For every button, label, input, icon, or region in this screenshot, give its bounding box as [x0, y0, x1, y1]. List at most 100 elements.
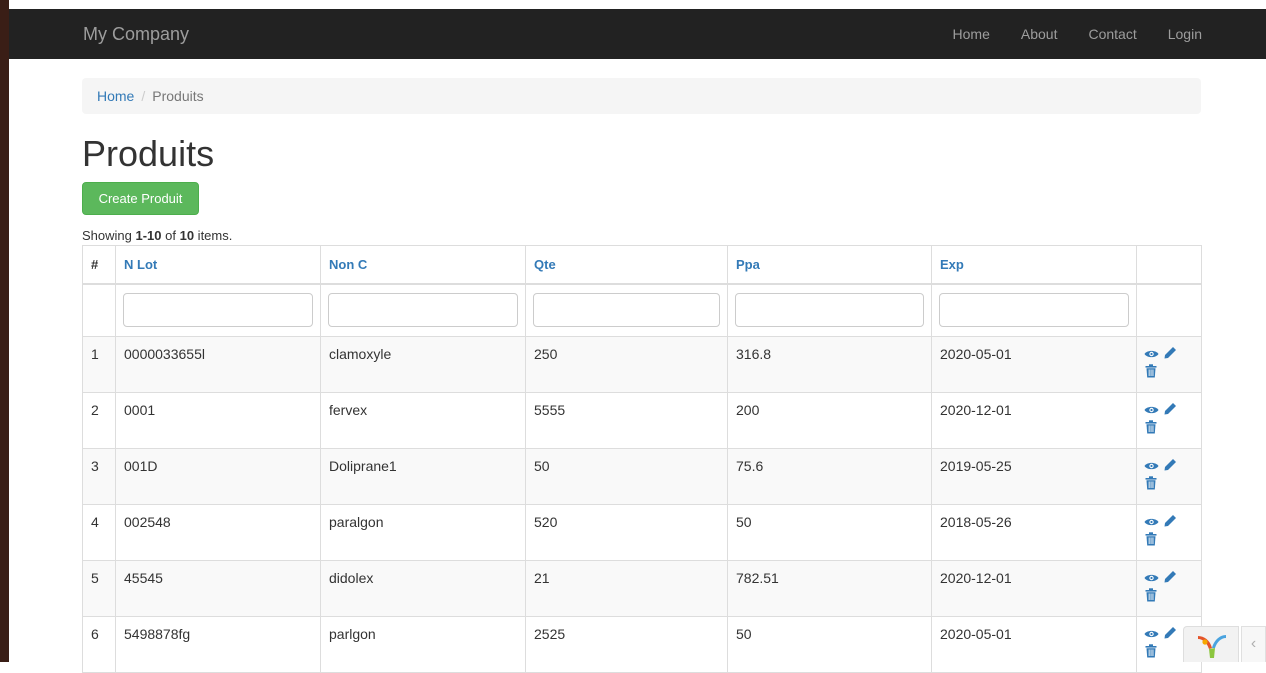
breadcrumb-home-link[interactable]: Home	[97, 88, 134, 104]
filter-cell-empty	[1136, 283, 1202, 337]
cell-exp: 2020-12-01	[931, 391, 1137, 449]
window-left-edge	[0, 0, 9, 662]
filter-qte-input[interactable]	[533, 293, 720, 327]
cell-qte: 520	[525, 503, 728, 561]
cell-qte: 50	[525, 447, 728, 505]
delete-trash-icon[interactable]	[1145, 531, 1157, 546]
table-row: 3 001D Doliprane1 50 75.6 2019-05-25	[82, 447, 1202, 505]
cell-nlot: 001D	[115, 447, 321, 505]
cell-ppa: 50	[727, 615, 932, 673]
filter-exp-input[interactable]	[939, 293, 1129, 327]
summary-prefix: Showing	[82, 228, 136, 243]
breadcrumb: Home / Produits	[82, 78, 1201, 114]
delete-trash-icon[interactable]	[1145, 363, 1157, 378]
col-header-actions	[1136, 245, 1202, 285]
col-header-exp: Exp	[931, 245, 1137, 285]
cell-ppa: 200	[727, 391, 932, 449]
sort-nlot-link[interactable]: N Lot	[124, 257, 157, 272]
delete-trash-icon[interactable]	[1145, 475, 1157, 490]
nav-contact-link[interactable]: Contact	[1057, 9, 1136, 59]
edit-pencil-icon[interactable]	[1163, 514, 1177, 528]
nav-login-link[interactable]: Login	[1137, 9, 1202, 59]
view-eye-icon[interactable]	[1144, 629, 1159, 639]
cell-index: 3	[82, 447, 116, 505]
produits-grid: # N Lot Non C Qte Ppa Exp 1 0000033655l cl…	[82, 245, 1202, 673]
col-header-ppa: Ppa	[727, 245, 932, 285]
cell-qte: 250	[525, 335, 728, 393]
delete-trash-icon[interactable]	[1145, 643, 1157, 658]
edit-pencil-icon[interactable]	[1163, 402, 1177, 416]
cell-index: 4	[82, 503, 116, 561]
cell-index: 2	[82, 391, 116, 449]
cell-nlot: 0001	[115, 391, 321, 449]
breadcrumb-separator: /	[141, 88, 146, 104]
cell-qte: 2525	[525, 615, 728, 673]
row-actions	[1136, 391, 1202, 449]
delete-trash-icon[interactable]	[1145, 587, 1157, 602]
cell-nonc: parlgon	[320, 615, 526, 673]
cell-qte: 5555	[525, 391, 728, 449]
col-header-nonc: Non C	[320, 245, 526, 285]
filter-row	[82, 283, 1202, 337]
sort-qte-link[interactable]: Qte	[534, 257, 556, 272]
brand-link[interactable]: My Company	[83, 9, 189, 59]
cell-nonc: paralgon	[320, 503, 526, 561]
cell-nonc: fervex	[320, 391, 526, 449]
summary-range: 1-10	[135, 228, 162, 243]
cell-exp: 2019-05-25	[931, 447, 1137, 505]
edit-pencil-icon[interactable]	[1163, 626, 1177, 640]
cell-nlot: 002548	[115, 503, 321, 561]
view-eye-icon[interactable]	[1144, 349, 1159, 359]
edit-pencil-icon[interactable]	[1163, 346, 1177, 360]
cell-index: 5	[82, 559, 116, 617]
cell-nlot: 5498878fg	[115, 615, 321, 673]
nav-links: Home About Contact Login	[922, 9, 1202, 59]
view-eye-icon[interactable]	[1144, 573, 1159, 583]
edit-pencil-icon[interactable]	[1163, 458, 1177, 472]
nav-about-link[interactable]: About	[990, 9, 1058, 59]
row-actions	[1136, 447, 1202, 505]
filter-nlot-input[interactable]	[123, 293, 313, 327]
cell-index: 1	[82, 335, 116, 393]
filter-ppa-input[interactable]	[735, 293, 924, 327]
cell-ppa: 316.8	[727, 335, 932, 393]
sort-ppa-link[interactable]: Ppa	[736, 257, 760, 272]
filter-cell	[525, 283, 728, 337]
summary-suffix: items.	[194, 228, 233, 243]
create-produit-button[interactable]: Create Produit	[82, 182, 199, 215]
col-header-qte: Qte	[525, 245, 728, 285]
filter-nonc-input[interactable]	[328, 293, 518, 327]
row-actions	[1136, 503, 1202, 561]
grid-summary: Showing 1-10 of 10 items.	[82, 228, 232, 243]
nav-home-link[interactable]: Home	[922, 9, 990, 59]
view-eye-icon[interactable]	[1144, 461, 1159, 471]
col-header-index: #	[82, 245, 116, 285]
summary-middle: of	[161, 228, 180, 243]
breadcrumb-current: Produits	[152, 88, 204, 104]
sort-exp-link[interactable]: Exp	[940, 257, 964, 272]
cell-nlot: 45545	[115, 559, 321, 617]
edit-pencil-icon[interactable]	[1163, 570, 1177, 584]
cell-ppa: 782.51	[727, 559, 932, 617]
delete-trash-icon[interactable]	[1145, 419, 1157, 434]
page-title: Produits	[82, 133, 215, 174]
cell-exp: 2018-05-26	[931, 503, 1137, 561]
cell-nonc: Doliprane1	[320, 447, 526, 505]
cell-index: 6	[82, 615, 116, 673]
header-row: # N Lot Non C Qte Ppa Exp	[82, 245, 1202, 285]
cell-qte: 21	[525, 559, 728, 617]
debug-toolbar-toggle[interactable]: ‹	[1241, 626, 1266, 662]
table-row: 1 0000033655l clamoxyle 250 316.8 2020-05-01	[82, 335, 1202, 393]
summary-total: 10	[179, 228, 195, 243]
debug-toolbar-badge[interactable]	[1183, 626, 1239, 662]
view-eye-icon[interactable]	[1144, 517, 1159, 527]
filter-cell-empty	[82, 283, 116, 337]
col-header-nlot: N Lot	[115, 245, 321, 285]
table-row: 6 5498878fg parlgon 2525 50 2020-05-01	[82, 615, 1202, 673]
filter-cell	[115, 283, 321, 337]
view-eye-icon[interactable]	[1144, 405, 1159, 415]
cell-exp: 2020-05-01	[931, 615, 1137, 673]
cell-exp: 2020-12-01	[931, 559, 1137, 617]
sort-nonc-link[interactable]: Non C	[329, 257, 367, 272]
cell-nlot: 0000033655l	[115, 335, 321, 393]
